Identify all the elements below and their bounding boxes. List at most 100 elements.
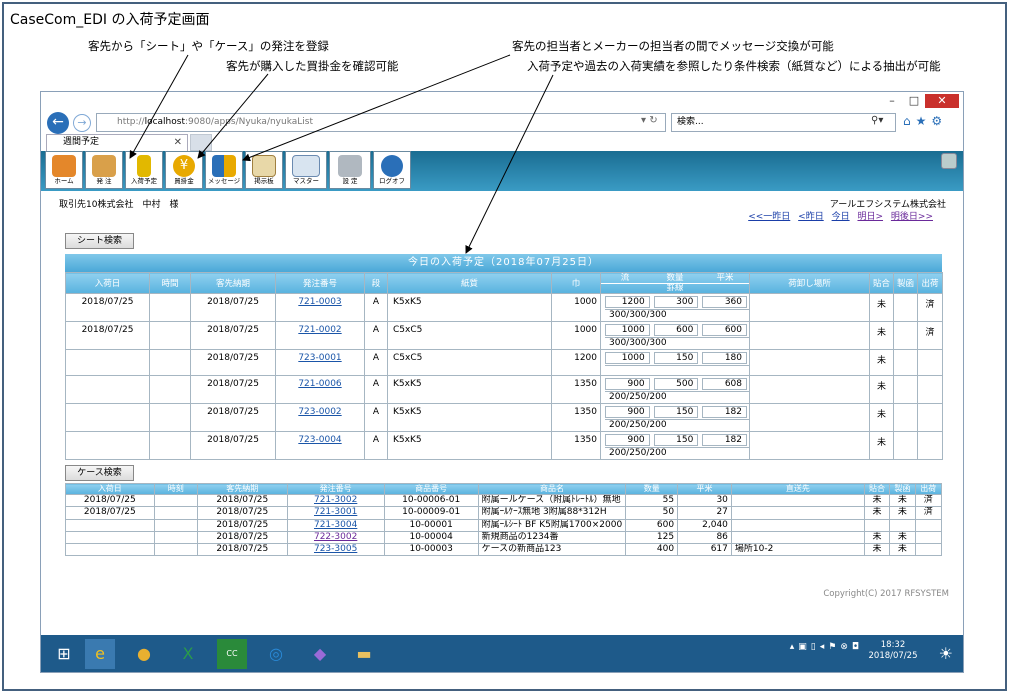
cell-name: 附属ｰﾙｼｰﾄ BF K5附属1700×2000 — [477, 518, 627, 532]
forward-arrow-icon[interactable]: → — [73, 114, 91, 132]
table-row: 2018/07/25 2018/07/25 721-0002 A C5xC5 1000 10… — [65, 321, 943, 350]
cell-lines: 300/300/300 — [605, 309, 749, 321]
ie-icon[interactable]: e — [85, 639, 115, 669]
visual-studio-icon[interactable]: ◆ — [305, 639, 335, 669]
order-link[interactable]: 721-3004 — [314, 520, 357, 530]
nav-today[interactable]: 今日 — [832, 212, 850, 222]
cell-match: 未 — [863, 493, 891, 508]
order-link[interactable]: 721-3002 — [314, 496, 357, 506]
cell-time — [149, 374, 191, 404]
tab-weekly[interactable]: 週間予定 ✕ — [46, 134, 188, 151]
cell-lines: 300/300/300 — [605, 337, 749, 349]
nav-day-before-yesterday[interactable]: <<一昨日 — [748, 212, 790, 222]
nav-yesterday[interactable]: <昨日 — [798, 212, 824, 222]
brightness-icon[interactable]: ☀ — [939, 644, 953, 663]
cell-qty: 50 — [625, 506, 679, 520]
folder-icon[interactable]: ▬ — [349, 639, 379, 669]
tab-close-icon[interactable]: ✕ — [174, 135, 182, 150]
col-arrival: 入荷日 — [65, 272, 150, 294]
settings-label: 設 定 — [342, 177, 358, 185]
master-button[interactable]: マスター — [285, 151, 327, 189]
wrench-icon — [338, 155, 362, 177]
order-link[interactable]: 721-0002 — [298, 325, 341, 335]
cell-lines: 200/250/200 — [605, 418, 749, 431]
yen-icon: ¥ — [173, 155, 195, 177]
maximize-icon[interactable]: □ — [903, 94, 925, 108]
cell-time — [149, 430, 191, 460]
order-link[interactable]: 721-0003 — [298, 297, 341, 307]
table-row: 2018/07/25 723-3005 10-00003 ケースの新商品123 400 6… — [65, 543, 943, 557]
cell-area: 180 — [702, 352, 748, 364]
cell-order: 721-3001 — [286, 506, 385, 520]
cell-width: 1350 — [551, 374, 601, 404]
cell-width: 1200 — [551, 349, 601, 376]
nav-tomorrow[interactable]: 明日> — [857, 212, 883, 222]
cell-arrival: 2018/07/25 — [65, 493, 155, 508]
col-flow: 流 — [620, 272, 630, 283]
casecom-icon[interactable]: CC — [217, 639, 247, 669]
document-title: CaseCom_EDI の入荷予定画面 — [10, 12, 210, 28]
close-icon[interactable]: ✕ — [925, 94, 959, 108]
order-label: 発 注 — [96, 177, 112, 185]
back-arrow-icon[interactable]: ← — [47, 112, 69, 134]
browser-tool-icons[interactable]: ⌂★⚙ — [903, 114, 947, 128]
minimize-icon[interactable]: – — [881, 94, 903, 108]
table-row: 2018/07/25 2018/07/25 721-3002 10-00006-01 附… — [65, 493, 943, 508]
cell-step: A — [364, 321, 388, 350]
order-link[interactable]: 723-3005 — [314, 545, 357, 555]
case-col-order: 発注番号 — [286, 483, 385, 495]
system-tray-icons[interactable]: ▴▣▯◂⚑⊗◘ — [790, 642, 863, 652]
url-field[interactable]: http://localhost:9080/apps/Nyuka/nyukaLi… — [96, 113, 666, 132]
cell-arrival — [65, 530, 155, 545]
home-label: ホーム — [54, 177, 74, 185]
cell-due: 2018/07/25 — [196, 493, 288, 508]
power-icon — [381, 155, 403, 177]
search-icon[interactable]: ⚲▾ — [871, 115, 883, 126]
cell-qty: 150 — [653, 433, 699, 446]
home-button[interactable]: ホーム — [45, 151, 83, 189]
table-row: 2018/07/25 723-0001 A C5xC5 1200 1000 150 180 未 — [65, 349, 943, 376]
order-link[interactable]: 723-0004 — [298, 435, 341, 445]
order-link[interactable]: 721-3001 — [314, 508, 357, 518]
order-link[interactable]: 721-0006 — [298, 379, 341, 389]
case-col-match: 貼合 — [863, 483, 891, 495]
order-link[interactable]: 723-0002 — [298, 407, 341, 417]
cell-quantities: 1000 600 600 300/300/300 — [600, 321, 750, 350]
chrome-icon[interactable]: ● — [129, 639, 159, 669]
col-time: 時間 — [149, 272, 191, 294]
payable-button[interactable]: ¥ 買掛金 — [165, 151, 203, 189]
cell-cut: 未 — [889, 506, 916, 520]
cell-cut — [893, 430, 918, 460]
new-tab-button[interactable] — [190, 134, 212, 151]
order-button[interactable]: 発 注 — [85, 151, 123, 189]
teamviewer-icon[interactable]: ◎ — [261, 639, 291, 669]
cell-arrival — [65, 402, 150, 432]
cell-area: 360 — [702, 296, 748, 308]
settings-button[interactable]: 設 定 — [329, 151, 371, 189]
case-col-area: 平米 — [677, 483, 732, 495]
excel-icon[interactable]: X — [173, 639, 203, 669]
search-input[interactable]: 検索... — [671, 113, 896, 132]
table-row: 2018/07/25 721-0006 A K5xK5 1350 900 500 608 200… — [65, 374, 943, 404]
tab-title: 週間予定 — [63, 137, 100, 147]
logoff-button[interactable]: ログオフ — [373, 151, 411, 189]
cell-cut: 未 — [889, 543, 916, 557]
today-arrival-banner: 今日の入荷予定（2018年07月25日） — [65, 254, 942, 272]
case-search-button[interactable]: ケース検索 — [65, 465, 134, 481]
cell-ship — [917, 430, 943, 460]
order-link[interactable]: 722-3002 — [314, 532, 357, 542]
windows-start-icon[interactable]: ⊞ — [49, 639, 79, 669]
nav-day-after-tomorrow[interactable]: 明後日>> — [891, 212, 933, 222]
cell-time — [149, 349, 191, 376]
arrival-button[interactable]: 入荷予定 — [125, 151, 163, 189]
user-icon[interactable] — [941, 153, 957, 169]
message-button[interactable]: メッセージ — [205, 151, 243, 189]
board-button[interactable]: 掲示板 — [245, 151, 283, 189]
refresh-icon[interactable]: ▾ ↻ — [641, 115, 658, 126]
sheet-search-button[interactable]: シート検索 — [65, 233, 134, 249]
case-col-arrival: 入荷日 — [65, 483, 155, 495]
cell-time — [149, 321, 191, 350]
order-link[interactable]: 723-0001 — [298, 353, 341, 363]
cell-name: 新規商品の1234番 — [477, 530, 627, 545]
cell-cut — [893, 349, 918, 376]
